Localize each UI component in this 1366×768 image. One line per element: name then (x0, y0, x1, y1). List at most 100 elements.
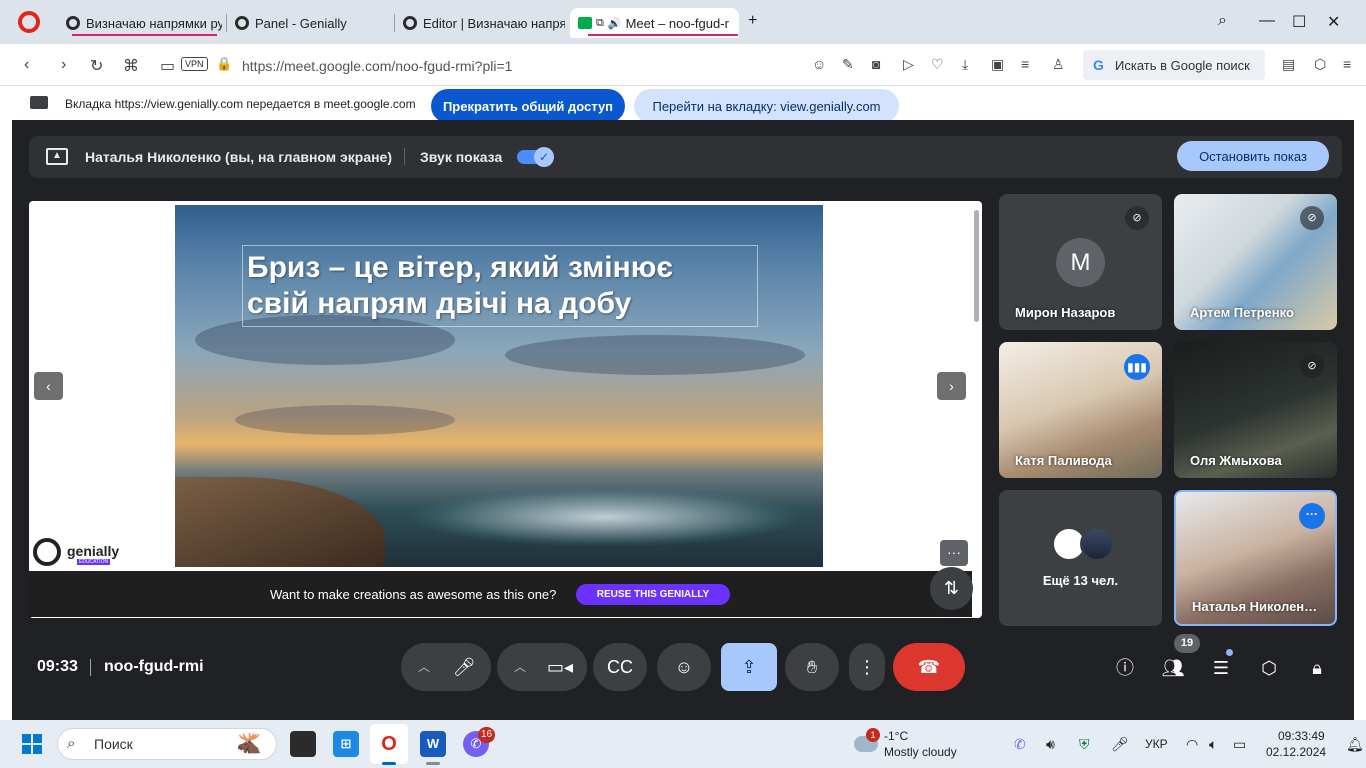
speaker-icon: 🔊 (607, 17, 622, 30)
speaker-icon[interactable]: 🔈︎ (1209, 736, 1217, 753)
speed-dial-icon[interactable]: ⌘ (123, 56, 139, 76)
go-to-tab-button[interactable]: Перейти на вкладку: view.genially.com (634, 89, 899, 123)
taskbar-date[interactable]: 02.12.2024 (1266, 745, 1326, 759)
player-icon[interactable]: ▣ (991, 56, 1004, 73)
taskbar-time[interactable]: 09:33:49 (1278, 729, 1325, 743)
new-tab-button[interactable]: + (748, 12, 757, 30)
tab-genially-editor[interactable]: Editor | Визначаю напрям (395, 8, 565, 38)
mic-off-icon: ⊘ (1125, 206, 1149, 230)
mic-off-icon: ⊘ (1300, 354, 1324, 378)
genially-favicon-icon (235, 16, 249, 30)
snapshot-icon[interactable]: ▭ (160, 56, 175, 76)
lock-icon[interactable]: 🔒 (216, 56, 232, 72)
reuse-genially-button[interactable]: REUSE THIS GENIALLY (576, 584, 730, 605)
share-tab-icon: ⧉ (596, 16, 604, 29)
input-language[interactable]: УКР (1145, 737, 1168, 751)
more-options-icon[interactable]: ··· (1299, 503, 1325, 529)
emoji-icon[interactable]: ☺ (812, 56, 826, 72)
avatar (1080, 527, 1114, 561)
edit-icon[interactable]: ✎ (842, 56, 854, 73)
viber-tray-icon[interactable]: ✆ (1014, 736, 1026, 753)
raise-hand-button[interactable]: ✋︎ (785, 643, 839, 691)
taskbar-search-placeholder: Поиск (94, 736, 133, 752)
previous-slide-button[interactable]: ‹ (34, 372, 63, 400)
more-participants-label: Ещё 13 чел. (1042, 573, 1119, 588)
emoji-reaction-button[interactable]: ☺ (657, 643, 711, 691)
tab-google-meet[interactable]: ⧉ 🔊 Meet – noo-fgud-r (570, 8, 739, 38)
more-options-button[interactable]: ⋮ (849, 643, 885, 691)
camera-button[interactable]: ▭◂ (533, 643, 587, 691)
stop-sharing-button[interactable]: Прекратить общий доступ (431, 89, 625, 123)
microsoft-store-icon[interactable]: ⊞ (333, 731, 359, 757)
google-search-text: Искать в Google поиск (1115, 57, 1250, 73)
tab-genially-directions[interactable]: Визначаю напрямки рухі (58, 8, 222, 38)
check-icon[interactable]: ✓ (534, 147, 554, 167)
tab-indicator (588, 34, 738, 36)
word-icon[interactable]: W (420, 731, 446, 757)
active-app-indicator (382, 762, 396, 765)
volume-icon[interactable]: 🔊︎ (1046, 736, 1055, 753)
profile-icon[interactable]: ♙ (1052, 56, 1065, 73)
heart-icon[interactable]: ♡ (931, 56, 944, 73)
extensions-icon[interactable]: ⬡ (1314, 56, 1326, 73)
download-icon[interactable]: ⤓ (962, 56, 968, 73)
presenter-name: Наталья Николенко (вы, на главном экране… (85, 149, 393, 165)
notifications-icon[interactable]: 🔔︎ (1346, 736, 1364, 753)
tab-search-icon[interactable]: ⌕ (1218, 12, 1227, 30)
next-slide-button[interactable]: › (937, 372, 966, 400)
present-now-button[interactable]: ⇪ (721, 643, 777, 691)
scrollbar[interactable] (974, 210, 979, 322)
host-controls-icon[interactable]: 🔒︎ (1305, 656, 1329, 680)
tab-genially-panel[interactable]: Panel - Genially (227, 8, 391, 38)
minimize-button[interactable]: — (1259, 12, 1275, 30)
back-icon[interactable]: ‹ (24, 56, 29, 74)
swap-layout-icon[interactable]: ⇅ (930, 567, 973, 610)
tab-title: Meet – noo-fgud-r (625, 15, 729, 31)
rock-shape (175, 477, 385, 567)
close-window-button[interactable]: ✕ (1327, 12, 1340, 32)
opera-logo-icon[interactable] (18, 11, 40, 33)
windows-start-icon[interactable] (22, 734, 42, 754)
maximize-button[interactable]: ☐ (1292, 12, 1306, 32)
captions-button[interactable]: CC (593, 643, 647, 691)
meet-favicon-icon (578, 17, 592, 29)
send-icon[interactable]: ▷ (903, 56, 914, 73)
weather-description[interactable]: Mostly cloudy (884, 745, 957, 759)
temperature[interactable]: -1°C (884, 729, 908, 743)
forward-icon[interactable]: › (61, 56, 66, 74)
meeting-info-icon[interactable]: ⓘ (1113, 656, 1137, 680)
sidebar-icon[interactable]: ▤ (1282, 56, 1295, 73)
menu-icon[interactable]: ≡ (1343, 56, 1351, 72)
reload-icon[interactable]: ↻ (90, 56, 103, 76)
weather-alert-badge: 1 (866, 728, 880, 742)
battery-icon[interactable]: ▭ (1233, 736, 1246, 753)
more-options-icon[interactable]: ··· (940, 540, 968, 566)
leave-call-button[interactable]: ☎ (893, 643, 965, 691)
participant-name: Катя Паливода (1015, 453, 1112, 468)
wifi-icon[interactable]: ◠ (1186, 736, 1198, 753)
participant-name: Оля Жмыхова (1190, 453, 1282, 468)
chat-icon[interactable]: ☰ (1209, 656, 1233, 680)
tab-title: Визначаю напрямки рухі (86, 15, 222, 31)
security-shield-icon[interactable]: ⛨ (1079, 736, 1090, 753)
microphone-button[interactable]: 🎤︎ (437, 643, 491, 691)
tab-title: Editor | Визначаю напрям (423, 15, 565, 31)
camera-icon[interactable]: ◙ (872, 56, 880, 72)
chevron-up-icon[interactable]: ︿ (505, 643, 535, 691)
wave-shape (405, 487, 805, 547)
google-logo-icon: G (1093, 57, 1104, 73)
people-icon[interactable]: 👥︎ (1161, 656, 1185, 680)
opera-browser-icon[interactable]: O (376, 731, 402, 757)
task-view-icon[interactable] (290, 731, 316, 757)
more-participants-tile[interactable] (999, 490, 1162, 626)
chevron-up-icon[interactable]: ︿ (409, 643, 439, 691)
url-field[interactable]: https://meet.google.com/noo-fgud-rmi?pli… (242, 58, 512, 74)
settings-sliders-icon[interactable]: ≡ (1021, 56, 1029, 72)
activities-icon[interactable]: ⬡ (1257, 656, 1281, 680)
vpn-badge[interactable]: VPN (181, 57, 208, 71)
microphone-tray-icon[interactable]: 🎤︎ (1111, 736, 1129, 753)
stop-presenting-button[interactable]: Остановить показ (1177, 141, 1329, 171)
share-sound-label: Звук показа (420, 149, 503, 165)
google-search-box[interactable]: G Искать в Google поиск (1083, 50, 1265, 80)
genially-favicon-icon (66, 16, 80, 30)
